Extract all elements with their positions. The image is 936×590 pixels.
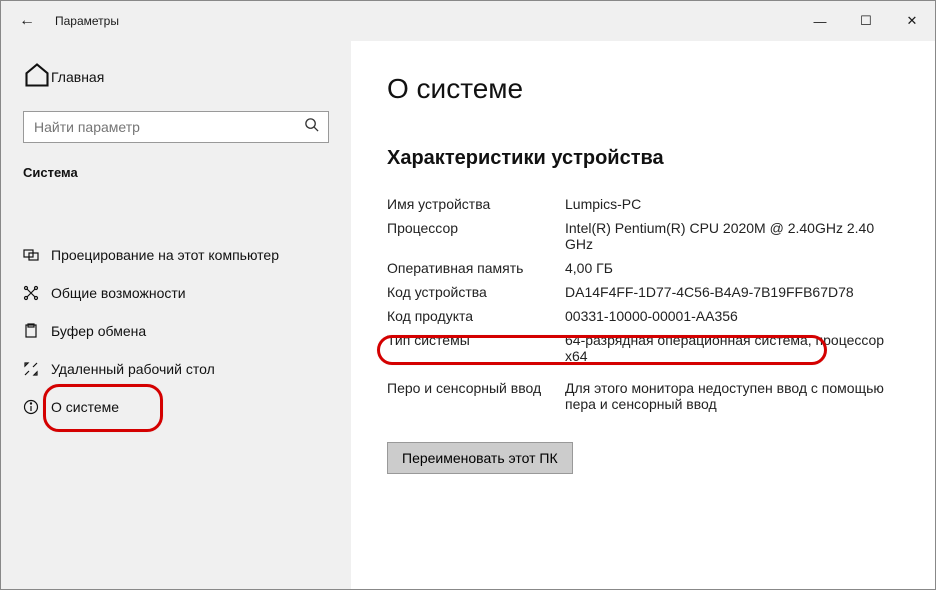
sidebar-item-label: Удаленный рабочий стол — [51, 361, 329, 377]
spec-val: Intel(R) Pentium(R) CPU 2020M @ 2.40GHz … — [565, 220, 895, 252]
spec-row: Процессор Intel(R) Pentium(R) CPU 2020M … — [387, 216, 895, 256]
sidebar-item-clipboard[interactable]: Буфер обмена — [1, 312, 351, 350]
back-button[interactable]: ← — [15, 12, 39, 30]
spec-row-system-type: Тип системы 64-разрядная операционная си… — [387, 328, 895, 368]
spec-val: 64-разрядная операционная система, проце… — [565, 332, 895, 364]
spec-key: Имя устройства — [387, 196, 565, 212]
projection-icon — [23, 247, 51, 263]
spec-row: Имя устройства Lumpics-PC — [387, 192, 895, 216]
spec-val: Lumpics-PC — [565, 196, 895, 212]
info-icon — [23, 399, 51, 415]
clipboard-icon — [23, 323, 51, 339]
sidebar-item-label: О системе — [51, 399, 329, 415]
spec-key: Перо и сенсорный ввод — [387, 380, 565, 412]
shared-icon — [23, 285, 51, 301]
sidebar-item-label: Общие возможности — [51, 285, 329, 301]
spec-val: Для этого монитора недоступен ввод с пом… — [565, 380, 895, 412]
sidebar-item-label: Главная — [51, 69, 104, 85]
sidebar-item-projection[interactable]: Проецирование на этот компьютер — [1, 236, 351, 274]
sidebar: Главная Система Проецирование на этот ко… — [1, 41, 351, 589]
spec-val: DA14F4FF-1D77-4C56-B4A9-7B19FFB67D78 — [565, 284, 895, 300]
window-title: Параметры — [55, 14, 119, 28]
spec-row: Код продукта 00331-10000-00001-AA356 — [387, 304, 895, 328]
home-icon — [23, 61, 51, 93]
maximize-icon: ☐ — [860, 13, 872, 29]
spec-key: Код продукта — [387, 308, 565, 324]
spec-val: 4,00 ГБ — [565, 260, 895, 276]
minimize-icon: — — [814, 14, 827, 29]
spec-val: 00331-10000-00001-AA356 — [565, 308, 895, 324]
spec-key: Тип системы — [387, 332, 565, 364]
spec-key: Процессор — [387, 220, 565, 252]
spec-row: Оперативная память 4,00 ГБ — [387, 256, 895, 280]
sidebar-item-remote[interactable]: Удаленный рабочий стол — [1, 350, 351, 388]
search-icon — [304, 117, 319, 136]
section-title: Характеристики устройства — [387, 147, 895, 170]
spec-row: Код устройства DA14F4FF-1D77-4C56-B4A9-7… — [387, 280, 895, 304]
close-button[interactable]: ✕ — [889, 1, 935, 41]
minimize-button[interactable]: — — [797, 1, 843, 41]
close-icon: ✕ — [907, 13, 918, 29]
sidebar-item-label: Проецирование на этот компьютер — [51, 247, 329, 263]
maximize-button[interactable]: ☐ — [843, 1, 889, 41]
page-title: О системе — [387, 73, 895, 105]
sidebar-item-home[interactable]: Главная — [1, 61, 351, 111]
spec-key: Оперативная память — [387, 260, 565, 276]
remote-icon — [23, 361, 51, 377]
titlebar: ← Параметры — ☐ ✕ — [1, 1, 935, 41]
sidebar-item-label: Буфер обмена — [51, 323, 329, 339]
sidebar-item-shared[interactable]: Общие возможности — [1, 274, 351, 312]
search-wrap — [23, 111, 329, 143]
sidebar-group-title: Система — [1, 165, 351, 206]
spec-row: Перо и сенсорный ввод Для этого монитора… — [387, 376, 895, 416]
rename-pc-button[interactable]: Переименовать этот ПК — [387, 442, 573, 474]
sidebar-item-about[interactable]: О системе — [1, 388, 351, 426]
search-input[interactable] — [23, 111, 329, 143]
spec-key: Код устройства — [387, 284, 565, 300]
main-content: О системе Характеристики устройства Имя … — [351, 41, 935, 589]
